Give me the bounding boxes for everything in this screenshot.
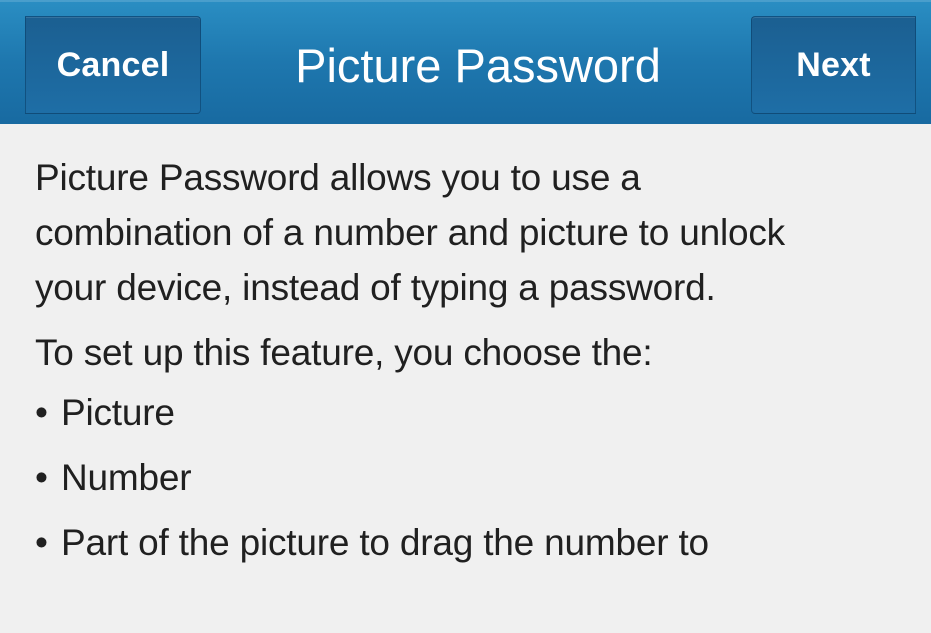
list-item-label: Picture xyxy=(61,392,175,433)
bullet-icon: • xyxy=(35,522,48,563)
list-item-picture: • Picture xyxy=(35,380,915,445)
list-item-label: Part of the picture to drag the number t… xyxy=(61,522,709,563)
bullet-icon: • xyxy=(35,392,48,433)
cancel-button[interactable]: Cancel xyxy=(25,16,201,114)
list-item-number: • Number xyxy=(35,445,915,510)
bullet-icon: • xyxy=(35,457,48,498)
setup-options-list: • Picture • Number • Part of the picture… xyxy=(35,380,915,575)
description-panel: Picture Password allows you to use a com… xyxy=(35,150,915,575)
intro-description: Picture Password allows you to use a com… xyxy=(35,157,785,308)
title-bar: Cancel Picture Password Next xyxy=(0,0,931,124)
setup-instructions: To set up this feature, you choose the: xyxy=(35,332,653,373)
page-title: Picture Password xyxy=(295,39,661,92)
list-item-picture-part: • Part of the picture to drag the number… xyxy=(35,510,915,575)
list-item-label: Number xyxy=(61,457,192,498)
next-button[interactable]: Next xyxy=(751,16,916,114)
picture-password-screen: Cancel Picture Password Next Picture Pas… xyxy=(0,0,931,633)
